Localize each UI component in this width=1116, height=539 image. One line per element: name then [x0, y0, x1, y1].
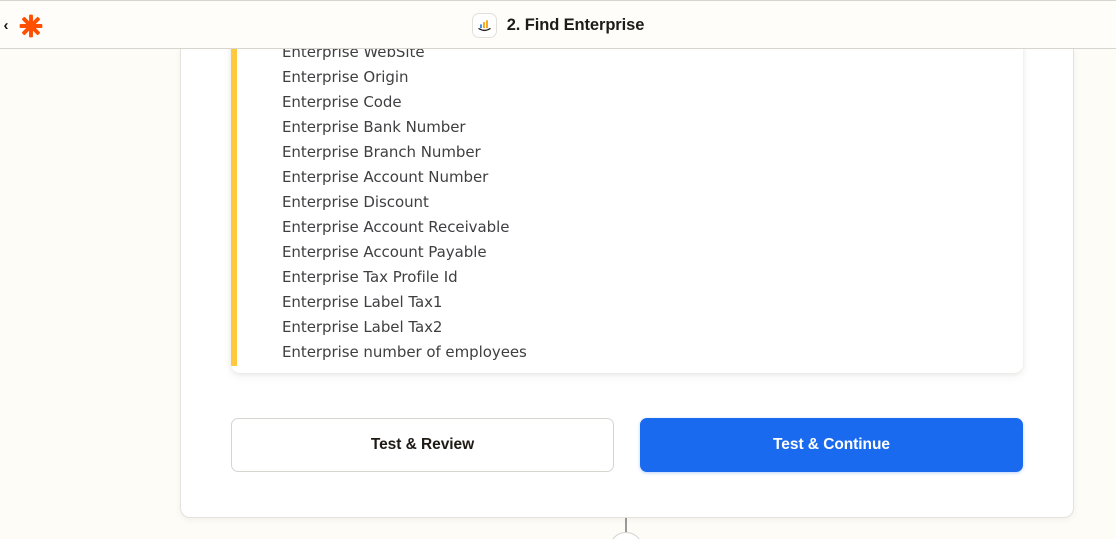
list-item[interactable]: Enterprise Account Receivable: [282, 215, 1013, 240]
list-item[interactable]: Enterprise Tax Profile Id: [282, 265, 1013, 290]
test-and-continue-button[interactable]: Test & Continue: [640, 418, 1023, 472]
header-title-group: 2. Find Enterprise: [0, 1, 1116, 50]
list-item[interactable]: Enterprise Bank Number: [282, 115, 1013, 140]
action-button-row: Test & Review Test & Continue: [231, 418, 1023, 472]
bar-chart-app-icon: [471, 13, 497, 38]
list-item[interactable]: Enterprise Branch Number: [282, 140, 1013, 165]
list-item[interactable]: Enterprise number of employees: [282, 340, 1013, 365]
page-title: 2. Find Enterprise: [506, 16, 645, 34]
field-list: Enterprise WebSite Enterprise Origin Ent…: [282, 40, 1013, 365]
header-left-group: ‹: [0, 1, 44, 50]
test-and-review-button[interactable]: Test & Review: [231, 418, 614, 472]
panel-accent-bar: [231, 40, 237, 366]
list-item[interactable]: Enterprise Discount: [282, 190, 1013, 215]
list-item[interactable]: Enterprise Code: [282, 90, 1013, 115]
list-item[interactable]: Enterprise Account Payable: [282, 240, 1013, 265]
list-item[interactable]: Enterprise Account Number: [282, 165, 1013, 190]
step-card: Enterprise WebSite Enterprise Origin Ent…: [180, 40, 1074, 518]
zapier-logo-icon[interactable]: [18, 13, 44, 39]
list-item[interactable]: Enterprise Label Tax2: [282, 315, 1013, 340]
zapier-editor-screen: ‹ 2. Find Enterprise Enterprise WebSite …: [0, 0, 1116, 539]
list-item[interactable]: Enterprise Label Tax1: [282, 290, 1013, 315]
chevron-left-icon[interactable]: ‹: [0, 14, 13, 38]
list-item[interactable]: Enterprise Origin: [282, 65, 1013, 90]
field-list-panel[interactable]: Enterprise WebSite Enterprise Origin Ent…: [231, 40, 1023, 373]
canvas-background: [0, 518, 1116, 539]
app-header: ‹ 2. Find Enterprise: [0, 0, 1116, 49]
